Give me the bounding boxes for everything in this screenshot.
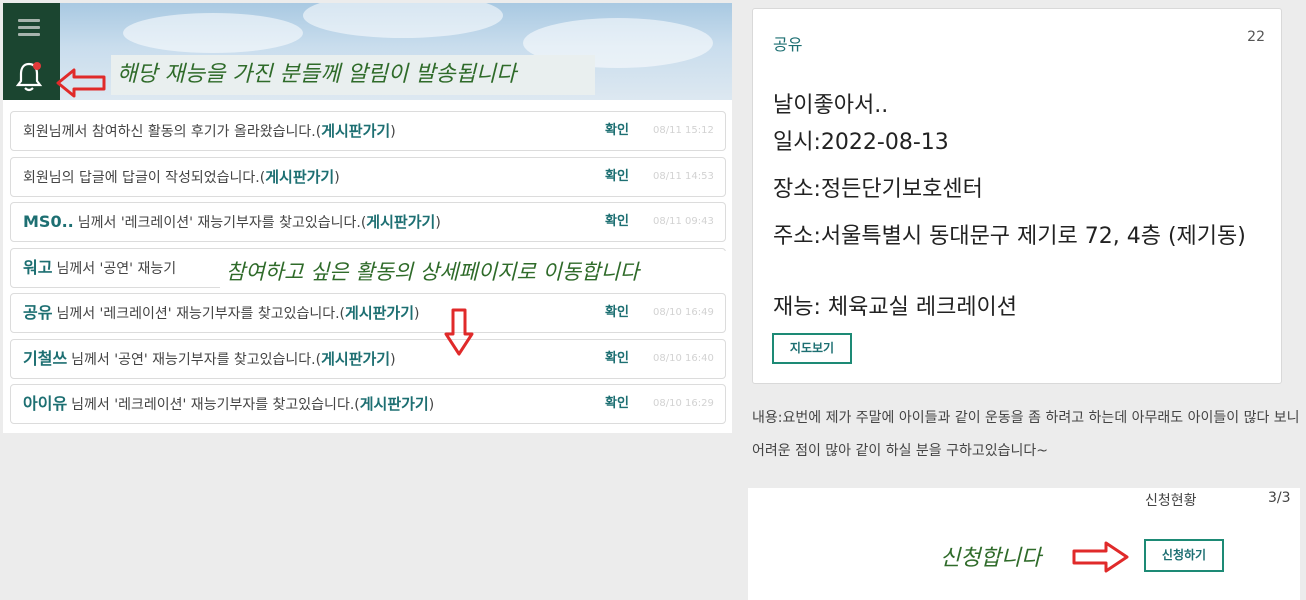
notification-badge bbox=[33, 62, 41, 70]
board-link[interactable]: 게시판가기 bbox=[360, 395, 429, 413]
notification-text-end: ) bbox=[334, 169, 340, 186]
notification-time: 08/10 16:49 bbox=[653, 307, 714, 318]
annotation-apply: 신청합니다 bbox=[940, 546, 1042, 571]
apply-button[interactable]: 신청하기 bbox=[1144, 539, 1224, 572]
status-label: 신청현황 bbox=[1145, 493, 1197, 509]
member-name: 기철쓰 bbox=[23, 348, 68, 368]
notification-text: 님께서 '공연' 재능기 bbox=[56, 260, 177, 277]
notification-text: 님께서 '공연' 재능기부자를 찾고있습니다.( bbox=[71, 351, 322, 368]
board-link[interactable]: 게시판가기 bbox=[265, 168, 334, 186]
notification-text-end: ) bbox=[390, 124, 396, 140]
notification-message: 회원님의 답글에 답글이 작성되었습니다.(게시판가기) bbox=[23, 158, 340, 197]
notification-text-end: ) bbox=[428, 397, 435, 413]
notification-item: 아이유 님께서 '레크레이션' 재능기부자를 찾고있습니다.(게시판가기) 확인 08… bbox=[10, 384, 726, 424]
confirm-button[interactable]: 확인 bbox=[605, 385, 629, 423]
detail-content: 내용:요번에 제가 주말에 아이들과 같이 운동을 좀 하려고 하는데 아무래도… bbox=[752, 410, 1300, 459]
confirm-button[interactable]: 확인 bbox=[605, 158, 629, 196]
confirm-button[interactable]: 확인 bbox=[605, 340, 629, 378]
confirm-button[interactable]: 확인 bbox=[605, 203, 629, 241]
notification-time: 08/11 14:53 bbox=[653, 170, 714, 182]
arrow-down-icon bbox=[444, 308, 474, 356]
detail-date: 일시:2022-08-13 bbox=[773, 130, 949, 155]
notification-text: 님께서 '레크레이션' 재능기부자를 찾고있습니다.( bbox=[77, 215, 367, 231]
map-button[interactable]: 지도보기 bbox=[772, 333, 852, 364]
view-count: 22 bbox=[1247, 29, 1265, 45]
annotation-alert: 해당 재능을 가진 분들께 알림이 발송됩니다 bbox=[111, 55, 595, 95]
board-link[interactable]: 게시판가기 bbox=[366, 213, 435, 231]
notification-text: 회원님께서 참여하신 활동의 후기가 올라왔습니다.( bbox=[23, 124, 322, 140]
notification-message: 회원님께서 참여하신 활동의 후기가 올라왔습니다.(게시판가기) bbox=[23, 112, 396, 151]
notification-message: 워고 님께서 '공연' 재능기 bbox=[23, 249, 176, 288]
notification-item: 기철쓰 님께서 '공연' 재능기부자를 찾고있습니다.(게시판가기) 확인 08/10… bbox=[10, 338, 726, 379]
notification-message: MS0.. 님께서 '레크레이션' 재능기부자를 찾고있습니다.(게시판가기) bbox=[23, 203, 441, 242]
notification-message: 기철쓰 님께서 '공연' 재능기부자를 찾고있습니다.(게시판가기) bbox=[23, 340, 396, 379]
detail-talent: 재능: 체육교실 레크레이션 bbox=[773, 295, 1018, 320]
detail-address: 주소:서울특별시 동대문구 제기로 72, 4층 (제기동) bbox=[773, 224, 1246, 249]
notification-time: 08/10 16:40 bbox=[653, 352, 714, 364]
notification-time: 08/10 16:29 bbox=[653, 398, 714, 409]
header-banner: 해당 재능을 가진 분들께 알림이 발송됩니다 bbox=[3, 3, 732, 100]
detail-card: 공유 22 날이좋아서.. 일시:2022-08-13 장소:정든단기보호센터 … bbox=[752, 8, 1282, 384]
notification-message: 아이유 님께서 '레크레이션' 재능기부자를 찾고있습니다.(게시판가기) bbox=[23, 385, 434, 424]
detail-category: 공유 bbox=[773, 35, 803, 54]
notification-item: MS0.. 님께서 '레크레이션' 재능기부자를 찾고있습니다.(게시판가기) 확인… bbox=[10, 202, 726, 242]
board-link[interactable]: 게시판가기 bbox=[321, 350, 390, 368]
notification-panel: 해당 재능을 가진 분들께 알림이 발송됩니다 회원님께서 참여하신 활동의 후… bbox=[3, 3, 732, 433]
notification-text: 님께서 '레크레이션' 재능기부자를 찾고있습니다.( bbox=[71, 397, 360, 413]
notification-time: 08/11 09:43 bbox=[653, 216, 714, 227]
arrow-right-icon bbox=[1072, 541, 1129, 573]
notification-item: 공유 님께서 '레크레이션' 재능기부자를 찾고있습니다.(게시판가기) 확인 08/… bbox=[10, 293, 726, 333]
confirm-button[interactable]: 확인 bbox=[605, 294, 629, 332]
notification-text-end: ) bbox=[435, 215, 441, 231]
arrow-left-icon bbox=[56, 68, 106, 98]
notification-text-end: ) bbox=[414, 306, 420, 322]
notification-time: 08/11 15:12 bbox=[653, 125, 714, 136]
confirm-button[interactable]: 확인 bbox=[605, 112, 629, 150]
bell-icon[interactable] bbox=[15, 61, 43, 93]
notification-text: 님께서 '레크레이션' 재능기부자를 찾고있습니다.( bbox=[56, 306, 346, 322]
member-name: MS0.. bbox=[23, 212, 74, 231]
member-name: 워고 bbox=[23, 257, 53, 277]
annotation-detail: 참여하고 싶은 활동의 상세페이지로 이동합니다 bbox=[220, 251, 732, 293]
header-sidebar bbox=[3, 3, 60, 100]
detail-place: 장소:정든단기보호센터 bbox=[773, 177, 983, 202]
detail-title: 날이좋아서.. bbox=[773, 93, 889, 118]
notification-text: 회원님의 답글에 답글이 작성되었습니다.( bbox=[23, 169, 266, 186]
notification-item: 회원님의 답글에 답글이 작성되었습니다.(게시판가기) 확인 08/11 14:5… bbox=[10, 156, 726, 197]
notification-text-end: ) bbox=[390, 351, 396, 368]
board-link[interactable]: 게시판가기 bbox=[345, 304, 414, 322]
notification-message: 공유 님께서 '레크레이션' 재능기부자를 찾고있습니다.(게시판가기) bbox=[23, 294, 420, 333]
member-name: 공유 bbox=[23, 303, 53, 322]
status-value: 3/3 bbox=[1268, 490, 1291, 506]
member-name: 아이유 bbox=[23, 394, 68, 413]
board-link[interactable]: 게시판가기 bbox=[321, 122, 390, 140]
menu-icon[interactable] bbox=[18, 19, 40, 37]
notification-item: 회원님께서 참여하신 활동의 후기가 올라왔습니다.(게시판가기) 확인 08/11… bbox=[10, 111, 726, 151]
